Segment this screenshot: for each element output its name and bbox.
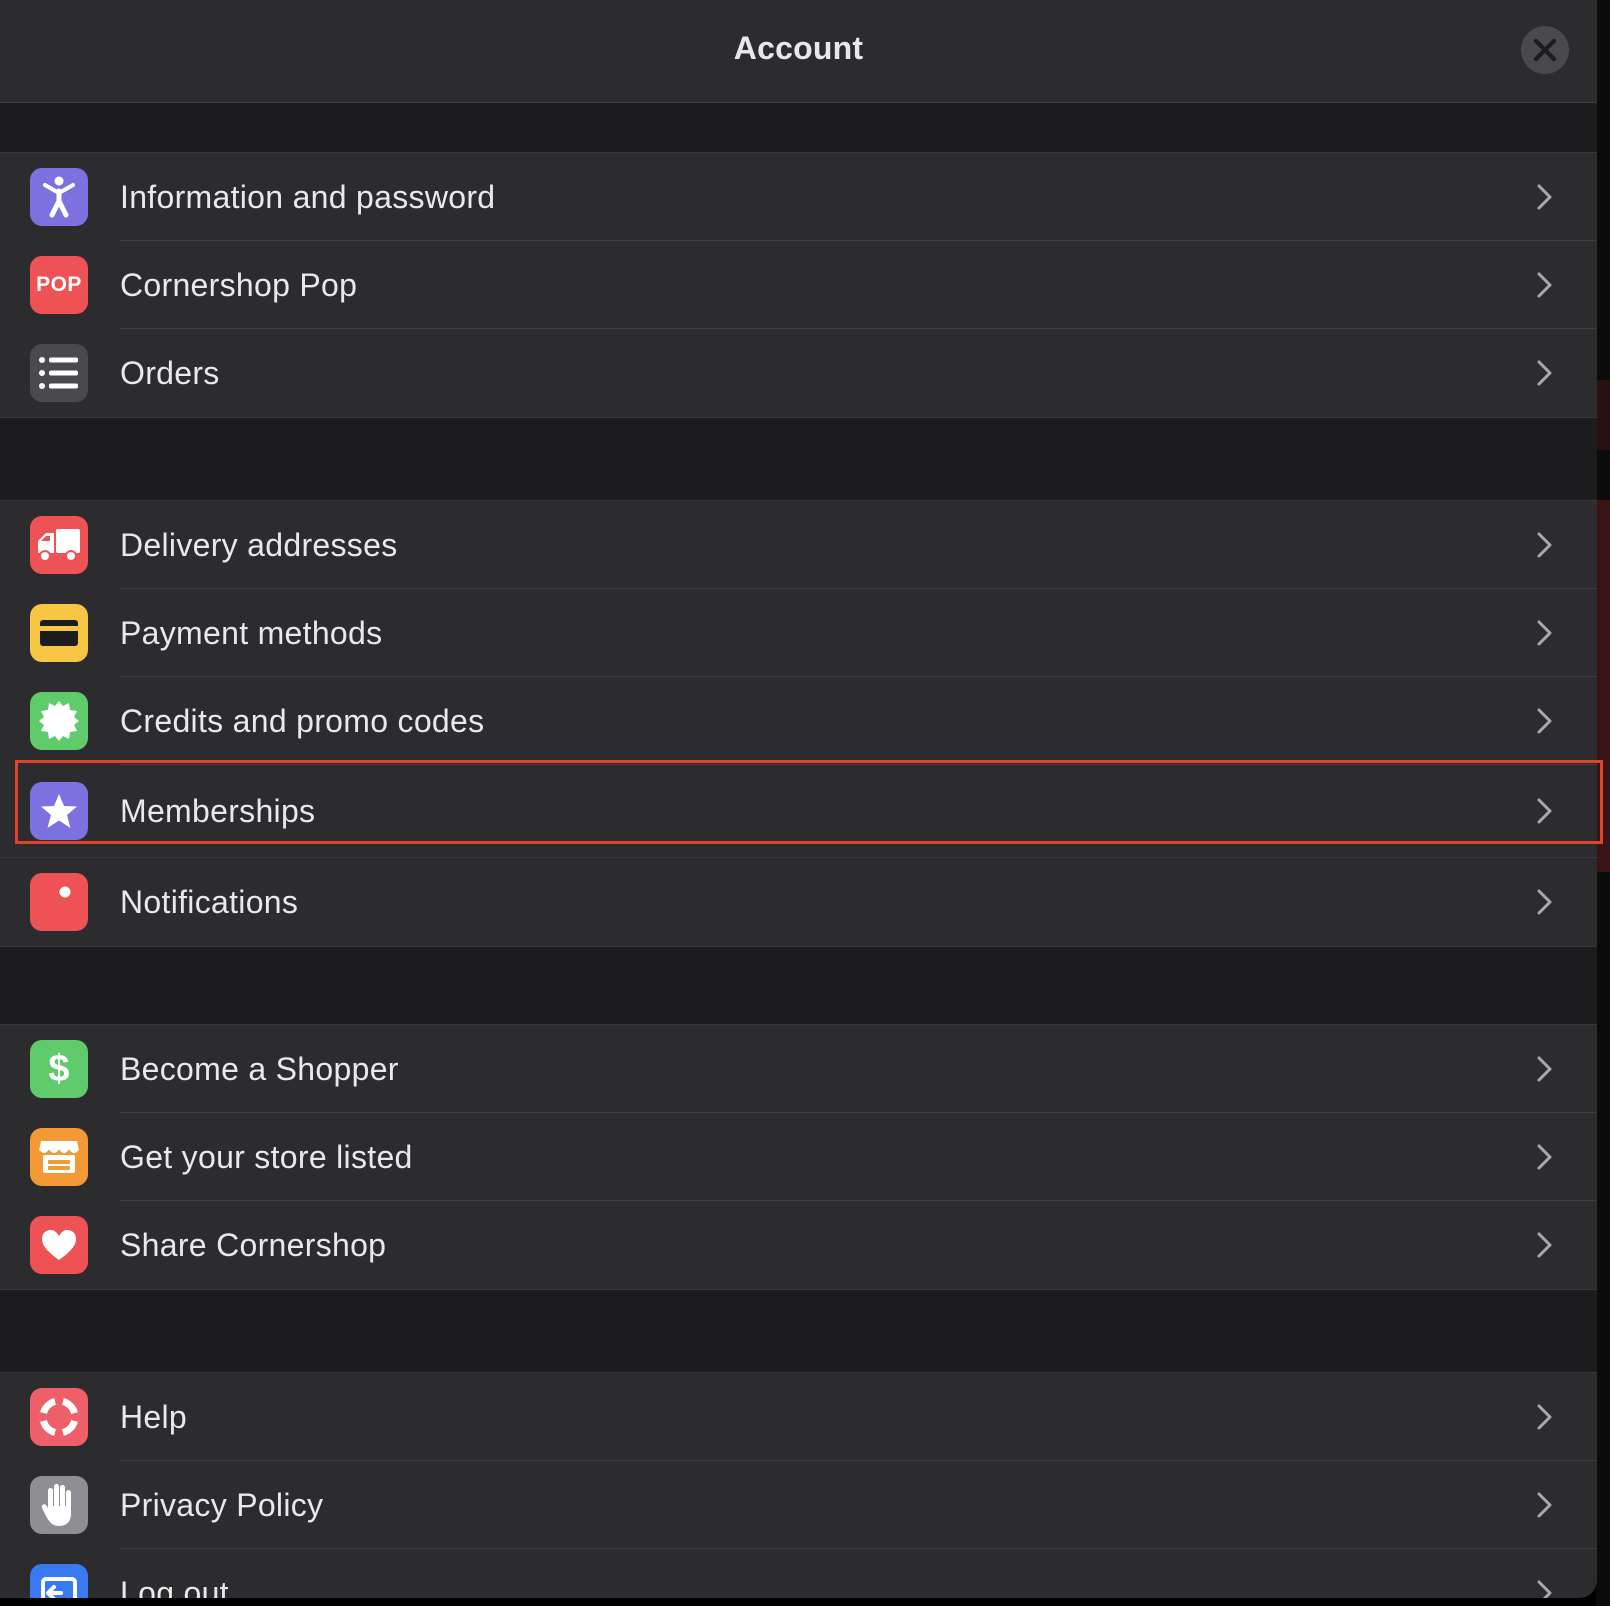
chevron-right-icon xyxy=(1537,532,1552,558)
close-icon xyxy=(1533,38,1557,62)
account-group: Delivery addresses Payment methods Credi… xyxy=(0,500,1597,947)
menu-item-label: Information and password xyxy=(120,178,496,215)
list-icon xyxy=(30,344,88,402)
page-title: Account xyxy=(733,30,864,66)
menu-item-payment-methods[interactable]: Payment methods xyxy=(0,589,1597,677)
menu-item-delivery-addresses[interactable]: Delivery addresses xyxy=(0,501,1597,589)
menu-item-label: Delivery addresses xyxy=(120,526,398,563)
menu-item-label: Help xyxy=(120,1398,188,1435)
menu-item-credits-and-promo-codes[interactable]: Credits and promo codes xyxy=(0,677,1597,765)
navigation-bar: Account xyxy=(0,0,1597,103)
account-group: Information and password POP Cornershop … xyxy=(0,152,1597,418)
menu-item-label: Get your store listed xyxy=(120,1138,413,1175)
menu-item-label: Cornershop Pop xyxy=(120,266,358,303)
chevron-right-icon xyxy=(1537,360,1552,386)
pop-icon: POP xyxy=(30,256,88,314)
menu-item-label: Payment methods xyxy=(120,614,383,651)
account-group: $ Become a Shopper Get your store listed xyxy=(0,1024,1597,1290)
menu-item-help[interactable]: Help xyxy=(0,1373,1597,1461)
menu-item-label: Credits and promo codes xyxy=(120,702,485,739)
chevron-right-icon xyxy=(1537,1492,1552,1518)
close-button[interactable] xyxy=(1521,26,1569,74)
menu-item-become-a-shopper[interactable]: $ Become a Shopper xyxy=(0,1025,1597,1113)
person-icon xyxy=(30,168,88,226)
menu-item-share-cornershop[interactable]: Share Cornershop xyxy=(0,1201,1597,1289)
truck-icon xyxy=(30,516,88,574)
background-app-accent xyxy=(1596,380,1610,450)
account-group: Help Privacy Policy Log out xyxy=(0,1372,1597,1598)
chevron-right-icon xyxy=(1537,1144,1552,1170)
chevron-right-icon xyxy=(1537,272,1552,298)
menu-item-memberships[interactable]: Memberships xyxy=(0,765,1597,857)
chevron-right-icon xyxy=(1537,1580,1552,1598)
menu-item-label: Notifications xyxy=(120,883,299,920)
menu-item-cornershop-pop[interactable]: POP Cornershop Pop xyxy=(0,241,1597,329)
menu-item-label: Privacy Policy xyxy=(120,1486,324,1523)
chevron-right-icon xyxy=(1537,184,1552,210)
menu-item-information-and-password[interactable]: Information and password xyxy=(0,153,1597,241)
chevron-right-icon xyxy=(1537,620,1552,646)
menu-item-privacy-policy[interactable]: Privacy Policy xyxy=(0,1461,1597,1549)
hand-icon xyxy=(30,1476,88,1534)
dollar-icon: $ xyxy=(30,1040,88,1098)
menu-item-label: Memberships xyxy=(120,792,316,829)
chevron-right-icon xyxy=(1537,1232,1552,1258)
credit-card-icon xyxy=(30,604,88,662)
chevron-right-icon xyxy=(1537,1056,1552,1082)
menu-item-label: Log out xyxy=(120,1574,229,1599)
menu-item-label: Orders xyxy=(120,354,220,391)
badge-icon xyxy=(30,692,88,750)
star-icon xyxy=(30,782,88,840)
chevron-right-icon xyxy=(1537,1404,1552,1430)
notification-icon xyxy=(30,873,88,931)
menu-item-notifications[interactable]: Notifications xyxy=(0,857,1597,946)
background-app-banner xyxy=(1596,500,1610,872)
chevron-right-icon xyxy=(1537,708,1552,734)
menu-item-orders[interactable]: Orders xyxy=(0,329,1597,417)
lifebuoy-icon xyxy=(30,1388,88,1446)
chevron-right-icon xyxy=(1537,798,1552,824)
menu-item-label: Share Cornershop xyxy=(120,1226,387,1263)
account-sheet: Account Information and password POP Cor… xyxy=(0,0,1597,1598)
pop-icon-text: POP xyxy=(36,273,82,296)
menu-item-label: Become a Shopper xyxy=(120,1050,399,1087)
heart-icon xyxy=(30,1216,88,1274)
menu-item-log-out[interactable]: Log out xyxy=(0,1549,1597,1598)
menu-item-get-your-store-listed[interactable]: Get your store listed xyxy=(0,1113,1597,1201)
dollar-icon-text: $ xyxy=(48,1047,70,1090)
chevron-right-icon xyxy=(1537,889,1552,915)
logout-icon xyxy=(30,1564,88,1598)
store-icon xyxy=(30,1128,88,1186)
